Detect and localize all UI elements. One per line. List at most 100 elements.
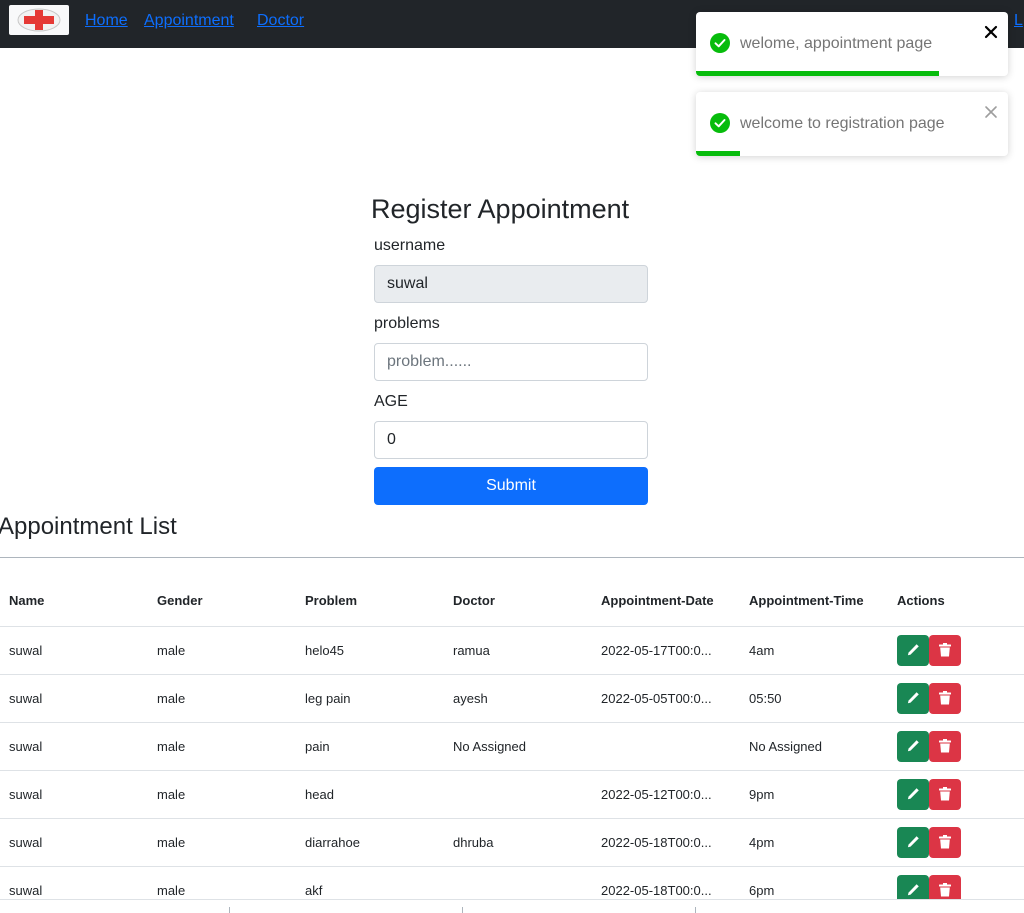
cell-gender: male [148,770,296,819]
check-circle-icon [710,113,730,133]
table-row: suwal male diarrahoe dhruba 2022-05-18T00:0.… [0,818,1024,867]
cell-name: suwal [0,674,148,723]
trash-icon [939,739,951,753]
trash-icon [939,883,951,897]
cell-actions [888,770,1024,819]
cell-problem: head [296,770,444,819]
toast-message: welome, appointment page [740,35,933,52]
edit-button[interactable] [897,634,929,666]
row-actions [897,778,961,810]
cell-appointment-time: 05:50 [740,674,888,723]
cell-problem: pain [296,722,444,771]
cell-actions [888,626,1024,675]
cell-appointment-time: No Assigned [740,722,888,771]
column-header-appointment-date: Appointment-Date [592,575,740,627]
column-header-actions: Actions [888,575,1024,627]
delete-button[interactable] [929,634,961,666]
cell-name: suwal [0,722,148,771]
age-label: AGE [374,393,408,410]
edit-button[interactable] [897,682,929,714]
delete-button[interactable] [929,778,961,810]
column-header-name: Name [0,575,148,627]
scrollbar-divider [695,907,696,913]
table-row: suwal male leg pain ayesh 2022-05-05T00:0...… [0,674,1024,723]
delete-button[interactable] [929,874,961,899]
horizontal-scrollbar[interactable] [0,899,1024,913]
delete-button[interactable] [929,730,961,762]
cell-appointment-date [592,722,740,771]
table-row: suwal male head 2022-05-12T00:0... 9pm [0,770,1024,819]
cell-appointment-date: 2022-05-18T00:0... [592,866,740,899]
check-circle-icon [710,33,730,53]
edit-button[interactable] [897,874,929,899]
cell-name: suwal [0,770,148,819]
cell-problem: akf [296,866,444,899]
cell-doctor: No Assigned [444,722,592,771]
nav-appointment-link[interactable]: Appointment [144,11,234,31]
pencil-icon [907,836,919,848]
column-header-gender: Gender [148,575,296,627]
cell-problem: helo45 [296,626,444,675]
cell-problem: leg pain [296,674,444,723]
cell-doctor [444,866,592,899]
pencil-icon [907,884,919,896]
appointment-table-container: Name Gender Problem Doctor Appointment-D… [0,575,1024,899]
cell-name: suwal [0,866,148,899]
trash-icon [939,787,951,801]
appointment-table: Name Gender Problem Doctor Appointment-D… [0,575,1024,899]
row-actions [897,634,961,666]
delete-button[interactable] [929,826,961,858]
toast-progress-bar [696,151,740,156]
cell-doctor: ayesh [444,674,592,723]
pencil-icon [907,740,919,752]
table-row: suwal male akf 2022-05-18T00:0... 6pm [0,866,1024,899]
trash-icon [939,643,951,657]
toast-notification: welcome to registration page [696,92,1008,156]
close-icon[interactable] [984,25,998,39]
cell-appointment-date: 2022-05-18T00:0... [592,818,740,867]
cell-appointment-date: 2022-05-17T00:0... [592,626,740,675]
edit-button[interactable] [897,778,929,810]
cell-appointment-date: 2022-05-12T00:0... [592,770,740,819]
cell-doctor [444,770,592,819]
scrollbar-divider [462,907,463,913]
column-header-doctor: Doctor [444,575,592,627]
edit-button[interactable] [897,826,929,858]
cell-appointment-date: 2022-05-05T00:0... [592,674,740,723]
row-actions [897,730,961,762]
age-field[interactable]: 0 [374,421,648,459]
cell-actions [888,722,1024,771]
pencil-icon [907,692,919,704]
red-cross-logo[interactable] [9,5,69,35]
toast-notification: welome, appointment page [696,12,1008,76]
edit-button[interactable] [897,730,929,762]
cell-doctor: ramua [444,626,592,675]
column-header-problem: Problem [296,575,444,627]
cell-gender: male [148,626,296,675]
row-actions [897,826,961,858]
username-field[interactable]: suwal [374,265,648,303]
form-title: Register Appointment [371,194,630,224]
cell-appointment-time: 4pm [740,818,888,867]
cell-gender: male [148,722,296,771]
nav-home-link[interactable]: Home [85,11,128,31]
trash-icon [939,691,951,705]
cell-gender: male [148,866,296,899]
close-icon[interactable] [984,105,998,119]
toast-progress-bar [696,71,940,76]
cell-appointment-time: 4am [740,626,888,675]
table-row: suwal male pain No Assigned No Assigned [0,722,1024,771]
nav-doctor-link[interactable]: Doctor [257,11,304,31]
username-label: username [374,237,446,254]
divider [0,557,1024,558]
row-actions [897,874,961,899]
nav-right-link[interactable]: L [1014,11,1023,31]
submit-button[interactable]: Submit [374,467,648,505]
row-actions [897,682,961,714]
trash-icon [939,835,951,849]
cell-doctor: dhruba [444,818,592,867]
table-header-row: Name Gender Problem Doctor Appointment-D… [0,575,1024,627]
delete-button[interactable] [929,682,961,714]
problems-field[interactable] [374,343,648,381]
problems-label: problems [374,315,440,332]
